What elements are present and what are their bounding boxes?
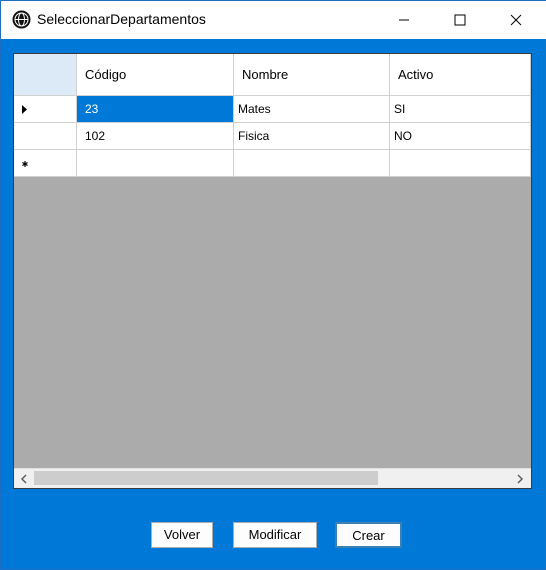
chevron-left-icon	[20, 473, 27, 484]
cell-activo[interactable]: SI	[390, 96, 531, 123]
row-header[interactable]	[14, 96, 77, 123]
cell-nombre[interactable]: Mates	[234, 96, 390, 123]
scroll-left-button[interactable]	[15, 470, 32, 487]
close-button[interactable]	[493, 1, 539, 39]
crear-button[interactable]: Crear	[335, 522, 402, 548]
minimize-icon	[399, 19, 409, 21]
table-row[interactable]: 102 Fisica NO	[14, 123, 531, 150]
chevron-right-icon	[516, 473, 523, 484]
window-title: SeleccionarDepartamentos	[37, 11, 206, 27]
minimize-button[interactable]	[381, 1, 427, 39]
header-corner[interactable]	[14, 54, 77, 96]
row-header[interactable]	[14, 150, 77, 177]
scroll-right-button[interactable]	[511, 470, 528, 487]
column-header-nombre[interactable]: Nombre	[234, 54, 390, 96]
cell-codigo[interactable]: 102	[77, 123, 234, 150]
close-icon	[510, 14, 522, 26]
column-header-codigo[interactable]: Código	[77, 54, 234, 96]
cell-activo[interactable]	[390, 150, 531, 177]
new-row[interactable]	[14, 150, 531, 177]
title-bar[interactable]: SeleccionarDepartamentos	[1, 1, 546, 39]
scroll-thumb[interactable]	[34, 471, 378, 485]
departments-datagrid[interactable]: Código Nombre Activo 23 Mates SI 102 Fis…	[13, 53, 532, 489]
cell-codigo[interactable]: 23	[77, 96, 234, 123]
column-header-activo[interactable]: Activo	[390, 54, 531, 96]
table-row[interactable]: 23 Mates SI	[14, 96, 531, 123]
cell-nombre[interactable]: Fisica	[234, 123, 390, 150]
app-globe-icon	[12, 10, 31, 29]
maximize-button[interactable]	[437, 1, 483, 39]
new-row-asterisk-icon	[22, 161, 28, 167]
volver-button[interactable]: Volver	[151, 522, 213, 548]
row-header[interactable]	[14, 123, 77, 150]
cell-codigo[interactable]	[77, 150, 234, 177]
maximize-icon	[454, 14, 466, 26]
current-row-arrow-icon	[22, 105, 27, 114]
column-header-row: Código Nombre Activo	[14, 54, 531, 96]
cell-activo[interactable]: NO	[390, 123, 531, 150]
modificar-button[interactable]: Modificar	[233, 522, 317, 548]
app-window: SeleccionarDepartamentos Código Nombre A…	[0, 0, 546, 570]
cell-nombre[interactable]	[234, 150, 390, 177]
horizontal-scrollbar[interactable]	[14, 468, 531, 488]
